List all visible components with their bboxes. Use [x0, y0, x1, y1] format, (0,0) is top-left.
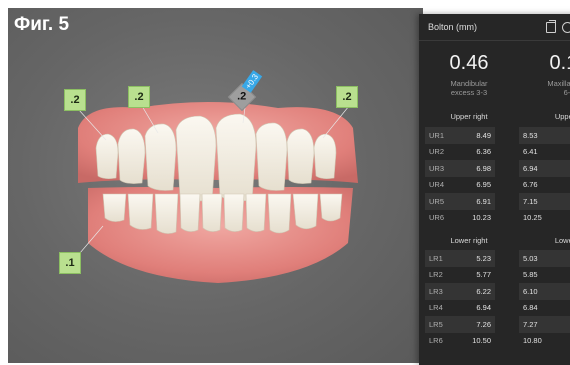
- tooth-width-value: 10.50: [472, 336, 491, 346]
- table-row: LR3 6.22: [425, 283, 495, 300]
- tooth-label: LR4: [429, 303, 443, 313]
- tooth-label: UR6: [429, 213, 445, 223]
- tooth-width-value: 7.15: [523, 196, 538, 206]
- table-row: LR6 10.50: [425, 333, 495, 350]
- table-row: 10.80: [519, 333, 570, 350]
- table-row: LR5 7.26: [425, 316, 495, 333]
- measurement-tag[interactable]: .2: [128, 86, 150, 108]
- 3d-teeth-viewport[interactable]: .2 .2 .2 +0.3 .2 .1: [8, 8, 423, 363]
- table-row: UR6 10.23: [425, 210, 495, 227]
- measurement-tag[interactable]: .2: [64, 89, 86, 111]
- tooth-label: UR5: [429, 196, 445, 206]
- tooth-label: LR1: [429, 253, 443, 263]
- table-row: 7.15: [519, 193, 570, 210]
- panel-header: Bolton (mm): [419, 14, 570, 41]
- tooth-width-value: 6.10: [523, 286, 538, 296]
- tooth-width-value: 8.53: [523, 130, 538, 140]
- table-row: 10.25: [519, 210, 570, 227]
- tooth-label: UR4: [429, 180, 445, 190]
- caption-line: Mandibular: [450, 79, 488, 88]
- mandibular-excess-summary: 0.46 Mandibular excess 3-3: [419, 52, 519, 112]
- caption-line: excess 3-3: [450, 88, 488, 98]
- table-row: 6.84: [519, 300, 570, 317]
- tooth-label: UR1: [429, 130, 445, 140]
- tooth-width-value: 6.98: [476, 163, 491, 173]
- dental-arch-model[interactable]: [8, 8, 423, 363]
- table-row: 6.76: [519, 177, 570, 194]
- tooth-width-value: 6.41: [523, 147, 538, 157]
- tooth-width-value: 5.03: [523, 253, 538, 263]
- upper-right-table: UR1 8.49 UR2 6.36 UR3 6.98 UR4 6.95 UR5 6.91 UR6 10…: [425, 127, 495, 226]
- tag-value: .2: [342, 91, 352, 103]
- tooth-width-value: 6.84: [523, 303, 538, 313]
- tooth-width-value: 6.76: [523, 180, 538, 190]
- caption-line: Maxillary exc: [547, 79, 570, 88]
- maxillary-excess-summary: 0.15 Maxillary exc 6-6: [519, 52, 570, 112]
- upper-right-title: Upper right: [450, 112, 488, 121]
- table-row: UR4 6.95: [425, 177, 495, 194]
- table-row: 5.85: [519, 267, 570, 284]
- upper-left-title: Upper le: [554, 112, 570, 121]
- tooth-label: UR3: [429, 163, 445, 173]
- table-row: UR2 6.36: [425, 144, 495, 161]
- table-row: 6.94: [519, 160, 570, 177]
- mandibular-excess-caption: Mandibular excess 3-3: [419, 79, 519, 98]
- tag-value: .2: [237, 91, 247, 103]
- tooth-width-value: 6.91: [476, 196, 491, 206]
- figure-label: Фиг. 5: [14, 14, 70, 35]
- table-row: UR3 6.98: [425, 160, 495, 177]
- table-row: UR5 6.91: [425, 193, 495, 210]
- tag-value: .2: [70, 94, 80, 106]
- table-row: 6.41: [519, 144, 570, 161]
- tooth-width-value: 10.23: [472, 213, 491, 223]
- tooth-width-value: 7.26: [476, 319, 491, 329]
- table-row: LR4 6.94: [425, 300, 495, 317]
- tooth-width-value: 6.36: [476, 147, 491, 157]
- lower-right-table: LR1 5.23 LR2 5.77 LR3 6.22 LR4 6.94 LR5 7.26 LR6 10…: [425, 250, 495, 349]
- tooth-width-value: 6.94: [523, 163, 538, 173]
- tooth-label: LR6: [429, 336, 443, 346]
- tooth-label: LR3: [429, 286, 443, 296]
- panel-title: Bolton (mm): [428, 22, 478, 32]
- measurement-tag[interactable]: .1: [59, 252, 81, 274]
- table-row: 5.03: [519, 250, 570, 267]
- tooth-width-value: 10.80: [523, 336, 542, 346]
- tag-value: .2: [134, 91, 144, 103]
- tooth-label: LR5: [429, 319, 443, 329]
- table-row: 7.27: [519, 316, 570, 333]
- tooth-width-value: 6.95: [476, 180, 491, 190]
- lower-left-title: Lower le: [554, 236, 570, 245]
- maxillary-excess-value: 0.15: [549, 52, 570, 74]
- bolton-panel: Bolton (mm) 0.46 Mandibular excess 3-3 0…: [419, 14, 570, 365]
- measurement-tag[interactable]: .2: [336, 86, 358, 108]
- tooth-width-value: 5.23: [476, 253, 491, 263]
- caption-line: 6-6: [563, 88, 570, 98]
- upper-left-table: 8.53 6.41 6.94 6.76 7.15 10.25: [519, 127, 570, 226]
- table-row: 8.53: [519, 127, 570, 144]
- copy-icon[interactable]: [546, 19, 556, 33]
- more-icon[interactable]: [562, 21, 570, 33]
- tooth-width-value: 6.22: [476, 286, 491, 296]
- lower-left-table: 5.03 5.85 6.10 6.84 7.27 10.80: [519, 250, 570, 349]
- tooth-width-value: 6.94: [476, 303, 491, 313]
- lower-right-title: Lower right: [450, 236, 488, 245]
- tooth-width-value: 5.85: [523, 270, 538, 280]
- tooth-width-value: 10.25: [523, 213, 542, 223]
- tooth-label: LR2: [429, 270, 443, 280]
- tag-value: .1: [65, 257, 75, 269]
- maxillary-excess-caption: Maxillary exc 6-6: [519, 79, 570, 98]
- table-row: LR2 5.77: [425, 267, 495, 284]
- tooth-width-value: 7.27: [523, 319, 538, 329]
- mandibular-excess-value: 0.46: [449, 52, 489, 74]
- tooth-label: UR2: [429, 147, 445, 157]
- table-row: UR1 8.49: [425, 127, 495, 144]
- tooth-width-value: 8.49: [476, 130, 491, 140]
- table-row: 6.10: [519, 283, 570, 300]
- tooth-width-value: 5.77: [476, 270, 491, 280]
- table-row: LR1 5.23: [425, 250, 495, 267]
